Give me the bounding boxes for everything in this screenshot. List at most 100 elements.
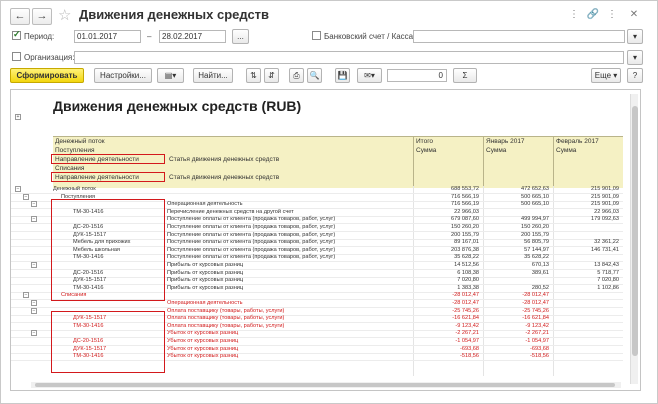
help-button[interactable]: ? xyxy=(627,68,643,83)
vertical-scroll-thumb[interactable] xyxy=(632,106,638,356)
table-row[interactable]: − Денежный поток 688 553,72 472 652,63 215 9… xyxy=(11,186,623,193)
tree-toggle[interactable]: + xyxy=(15,114,21,120)
cell-amount-f: 215 901,09 xyxy=(591,201,619,208)
more-icon[interactable]: ⋮ xyxy=(567,9,581,20)
folder-icon: ▤▾ xyxy=(164,71,177,80)
cell-amount-t: -518,56 xyxy=(460,353,479,360)
save-button[interactable]: 💾 xyxy=(335,68,350,83)
cell-amount-t: -25 745,26 xyxy=(452,307,479,314)
row-collapse-toggle[interactable]: − xyxy=(31,262,37,268)
bank-input[interactable] xyxy=(413,30,625,43)
period-label: Период: xyxy=(24,32,55,41)
header-article-2: Статья движения денежных средств xyxy=(169,174,280,181)
cell-amount-j: 499 994,97 xyxy=(521,216,549,223)
horizontal-scroll-thumb[interactable] xyxy=(35,383,615,387)
forward-button[interactable]: → xyxy=(32,8,52,25)
cell-amount-t: 688 553,72 xyxy=(451,186,479,192)
sum-button[interactable]: Σ xyxy=(453,68,477,83)
cell-amount-f: 215 901,09 xyxy=(591,193,619,200)
cell-amount-t: 6 108,38 xyxy=(457,269,479,276)
cell-article: Поступление оплаты от клиента (продажа т… xyxy=(167,231,336,238)
org-select-button[interactable]: ▾ xyxy=(627,50,643,65)
close-icon[interactable]: ✕ xyxy=(627,9,641,20)
cell-amount-j: 56 805,79 xyxy=(524,239,549,246)
row-collapse-toggle[interactable]: − xyxy=(23,193,29,200)
cell-amount-t: -16 621,84 xyxy=(452,315,479,322)
find-button[interactable]: Найти... xyxy=(193,68,233,83)
cell-amount-t: 150 260,20 xyxy=(451,224,479,230)
generate-button[interactable]: Сформировать xyxy=(10,68,84,83)
print-button[interactable]: ⎙ xyxy=(289,68,304,83)
preview-button[interactable]: 🔍 xyxy=(307,68,322,83)
cell-article: Поступление оплаты от клиента (продажа т… xyxy=(167,239,336,246)
table-row[interactable]: − Операционная деятельность -28 012,47 -28 … xyxy=(11,300,623,307)
favorite-star-icon[interactable]: ☆ xyxy=(58,6,71,24)
cell-amount-j: 500 665,10 xyxy=(521,193,549,200)
row-collapse-toggle[interactable]: − xyxy=(23,292,29,299)
date-separator: – xyxy=(147,32,152,41)
more-vert-icon[interactable]: ⋮ xyxy=(605,9,619,20)
collapse-button[interactable]: ⇵ xyxy=(264,68,279,83)
row-collapse-toggle[interactable]: − xyxy=(15,186,21,192)
cell-amount-f: 179 092,63 xyxy=(591,216,619,223)
bank-checkbox[interactable] xyxy=(312,31,321,40)
cell-article: Прибыль от курсовых разниц xyxy=(167,269,244,276)
variants-button[interactable]: ▤▾ xyxy=(157,68,184,83)
date-to-input[interactable]: 28.02.2017 xyxy=(159,30,226,43)
more-button[interactable]: Еще ▾ xyxy=(591,68,621,83)
report-spreadsheet[interactable]: + Движения денежных средств (RUB) Денежн… xyxy=(10,89,641,391)
sigma-icon: Σ xyxy=(462,71,468,80)
cell-amount-j: 150 260,20 xyxy=(521,224,549,230)
report-window: ← → ☆ Движения денежных средств ⋮ 🔗 ⋮ ✕ … xyxy=(0,0,658,404)
row-collapse-toggle[interactable]: − xyxy=(31,307,37,314)
period-select-button[interactable]: ... xyxy=(232,29,249,44)
row-collapse-toggle[interactable]: − xyxy=(31,216,37,223)
cell-amount-j: -28 012,47 xyxy=(522,292,549,299)
cell-article: Убыток от курсовых разниц xyxy=(167,353,239,360)
cell-amount-t: -28 012,47 xyxy=(452,292,479,299)
cell-article: Перечисление денежных средств на другой … xyxy=(167,208,294,215)
chevron-down-icon: ▾ xyxy=(632,32,637,41)
title-bar: ← → ☆ Движения денежных средств ⋮ 🔗 ⋮ ✕ xyxy=(1,1,657,29)
send-button[interactable]: ✉▾ xyxy=(357,68,382,83)
row-collapse-toggle[interactable]: − xyxy=(31,201,37,208)
amount-field[interactable]: 0 xyxy=(387,69,447,82)
cell-article: Прибыль от курсовых разниц xyxy=(167,277,244,284)
row-collapse-toggle[interactable]: − xyxy=(31,300,37,306)
cell-amount-j: 472 652,63 xyxy=(521,186,549,192)
vertical-scrollbar[interactable] xyxy=(630,94,638,384)
cell-article: Прибыль от курсовых разниц xyxy=(167,262,244,268)
arrow-left-icon: ← xyxy=(14,10,26,22)
horizontal-scrollbar[interactable] xyxy=(31,382,621,388)
org-input[interactable] xyxy=(74,51,624,64)
cell-article: Операционная деятельность xyxy=(167,201,243,208)
period-checkbox[interactable] xyxy=(12,29,21,40)
date-from-input[interactable]: 01.01.2017 xyxy=(74,30,141,43)
highlight-writeoff-directions xyxy=(51,311,165,373)
cell-amount-t: -693,68 xyxy=(460,345,479,352)
cell-amount-t: 35 628,22 xyxy=(454,254,479,261)
cell-amount-j: 200 155,79 xyxy=(521,231,549,238)
cell-amount-j: -1 054,97 xyxy=(525,338,549,344)
expand-button[interactable]: ⇅ xyxy=(246,68,261,83)
cell-amount-j: 500 665,10 xyxy=(521,201,549,208)
link-icon[interactable]: 🔗 xyxy=(586,9,600,20)
highlight-direction-2 xyxy=(51,172,165,182)
cell-article: Оплата поставщику (товары, работы, услуг… xyxy=(167,315,285,322)
cell-amount-j: -25 745,26 xyxy=(522,307,549,314)
report-title: Движения денежных средств (RUB) xyxy=(53,98,302,114)
cell-amount-f: 32 361,22 xyxy=(594,239,619,246)
header-receipts: Поступления xyxy=(55,147,95,154)
cell-article: Поступление оплаты от клиента (продажа т… xyxy=(167,216,336,223)
header-writeoffs: Списания xyxy=(55,165,85,172)
cell-article: Прибыль от курсовых разниц xyxy=(167,284,244,291)
cell-article: Операционная деятельность xyxy=(167,300,243,306)
chevron-down-icon: ▾ xyxy=(632,53,637,62)
bank-label: Банковский счет / Касса: xyxy=(324,32,416,41)
settings-button[interactable]: Настройки... xyxy=(94,68,152,83)
row-collapse-toggle[interactable]: − xyxy=(31,330,37,337)
expand-icon: ⇅ xyxy=(250,71,257,80)
bank-select-button[interactable]: ▾ xyxy=(627,29,643,44)
org-checkbox[interactable] xyxy=(12,52,21,61)
back-button[interactable]: ← xyxy=(10,8,30,25)
